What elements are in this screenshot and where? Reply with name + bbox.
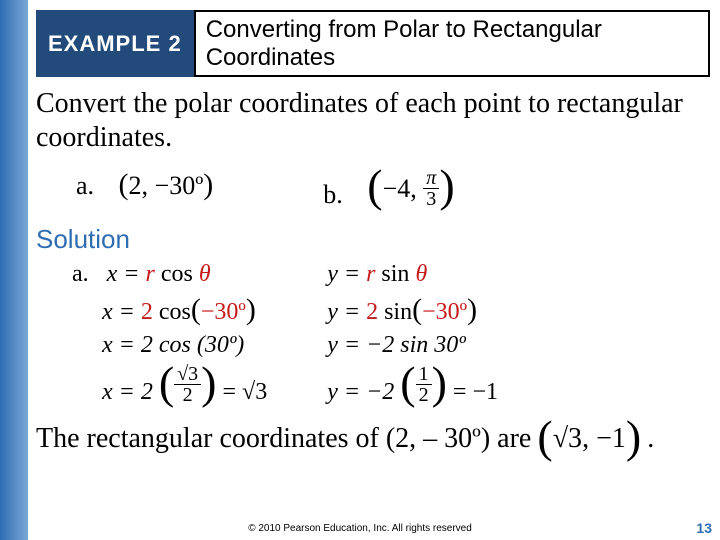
- item-b-label: b.: [323, 180, 343, 209]
- page-number: 13: [696, 520, 712, 536]
- x-column: a. x = r cos θ x = 2 cos(−30º) x = 2 cos…: [72, 261, 267, 406]
- answer-line: The rectangular coordinates of (2, – 30º…: [36, 421, 710, 458]
- header-row: EXAMPLE 2 Converting from Polar to Recta…: [36, 10, 710, 77]
- problem-items: a. (2, −30º) b. ( −4, π3 ): [76, 168, 710, 210]
- slide-content: EXAMPLE 2 Converting from Polar to Recta…: [36, 10, 710, 457]
- item-a: a. (2, −30º): [76, 168, 213, 210]
- item-b: b. ( −4, π3 ): [323, 168, 454, 210]
- item-b-theta-num: π: [423, 168, 439, 189]
- solution-heading: Solution: [36, 224, 710, 255]
- worked-solution: a. x = r cos θ x = 2 cos(−30º) x = 2 cos…: [72, 261, 710, 406]
- y-column: y = r sin θ y = 2 sin(−30º) y = −2 sin 3…: [327, 261, 498, 406]
- answer-text: The rectangular coordinates of (2, – 30º…: [36, 423, 531, 455]
- x-line1: a. x = r cos θ: [72, 261, 267, 288]
- y-line4: y = −2 (12) = −1: [327, 364, 498, 406]
- y-line3: y = −2 sin 30º: [327, 332, 498, 359]
- example-label: EXAMPLE 2: [36, 10, 194, 77]
- prompt-text: Convert the polar coordinates of each po…: [36, 87, 710, 154]
- answer-y: −1: [596, 423, 626, 455]
- answer-period: .: [647, 423, 654, 455]
- item-a-r: 2: [129, 171, 142, 200]
- side-accent-bar: [0, 0, 28, 540]
- x-line2: x = 2 cos(−30º): [72, 293, 267, 327]
- y-line1: y = r sin θ: [327, 261, 498, 288]
- item-a-theta: −30º: [155, 171, 204, 200]
- item-b-theta-den: 3: [423, 189, 439, 209]
- x-line3: x = 2 cos (30º): [72, 332, 267, 359]
- y-line2: y = 2 sin(−30º): [327, 293, 498, 327]
- item-a-label: a.: [76, 171, 94, 200]
- copyright: © 2010 Pearson Education, Inc. All right…: [0, 523, 720, 534]
- answer-x: √3: [553, 423, 582, 455]
- x-line4: x = 2 (√32) = √3: [72, 364, 267, 406]
- item-b-r: −4: [383, 174, 411, 204]
- example-title: Converting from Polar to Rectangular Coo…: [194, 10, 710, 77]
